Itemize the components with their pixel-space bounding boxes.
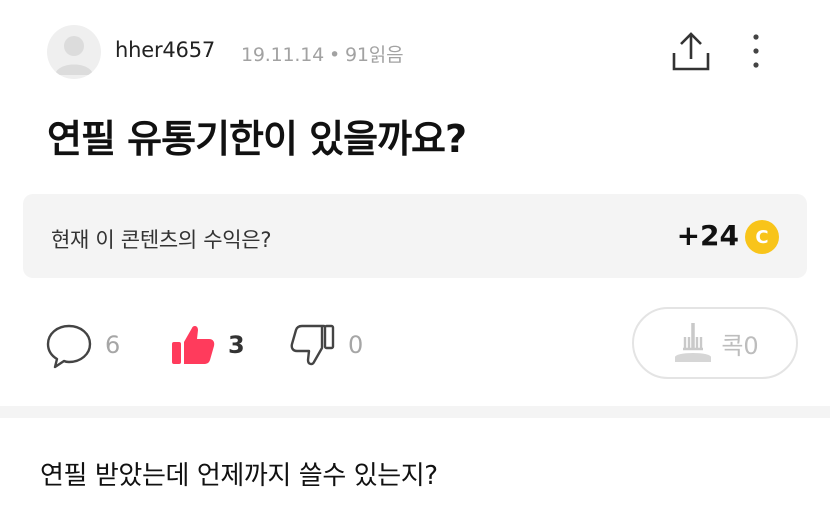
fork-plate-icon — [675, 323, 712, 362]
thumbs-up-icon — [172, 325, 215, 364]
revenue-label: 현재 이 콘텐츠의 수익은? — [51, 228, 272, 252]
view-count: 91읽음 — [345, 44, 404, 66]
share-icon — [672, 32, 710, 71]
avatar[interactable] — [47, 25, 101, 79]
comment-count: 6 — [105, 331, 121, 359]
comment-bubble-icon — [46, 324, 92, 369]
coin-icon: C — [745, 220, 779, 254]
thumbs-down-icon — [290, 324, 335, 366]
post-page: hher4657 19.11.14 • 91읽음 연필 유통기한이 있을까요? 현재… — [0, 0, 830, 530]
author-name[interactable]: hher4657 — [115, 38, 215, 62]
comment-button[interactable]: 6 — [45, 320, 120, 370]
kok-button[interactable]: 콕0 — [632, 307, 798, 379]
user-silhouette-icon — [55, 36, 93, 75]
meta-separator: • — [329, 44, 341, 66]
revenue-box[interactable]: 현재 이 콘텐츠의 수익은? +24 C — [23, 194, 807, 278]
kok-label: 콕0 — [721, 331, 759, 360]
share-button[interactable] — [668, 29, 714, 75]
revenue-amount: +24 — [676, 219, 739, 252]
like-count: 3 — [228, 331, 245, 359]
like-button[interactable]: 3 — [170, 320, 245, 370]
dislike-button[interactable]: 0 — [290, 320, 363, 370]
dislike-count: 0 — [348, 331, 364, 359]
post-body: 연필 받았는데 언제까지 쓸수 있는지? — [40, 461, 438, 491]
post-date: 19.11.14 — [241, 44, 325, 66]
post-title: 연필 유통기한이 있을까요? — [47, 117, 467, 161]
section-divider — [0, 406, 830, 418]
more-vertical-icon — [753, 34, 759, 68]
more-options-button[interactable] — [740, 29, 772, 75]
post-meta: 19.11.14 • 91읽음 — [241, 40, 404, 67]
